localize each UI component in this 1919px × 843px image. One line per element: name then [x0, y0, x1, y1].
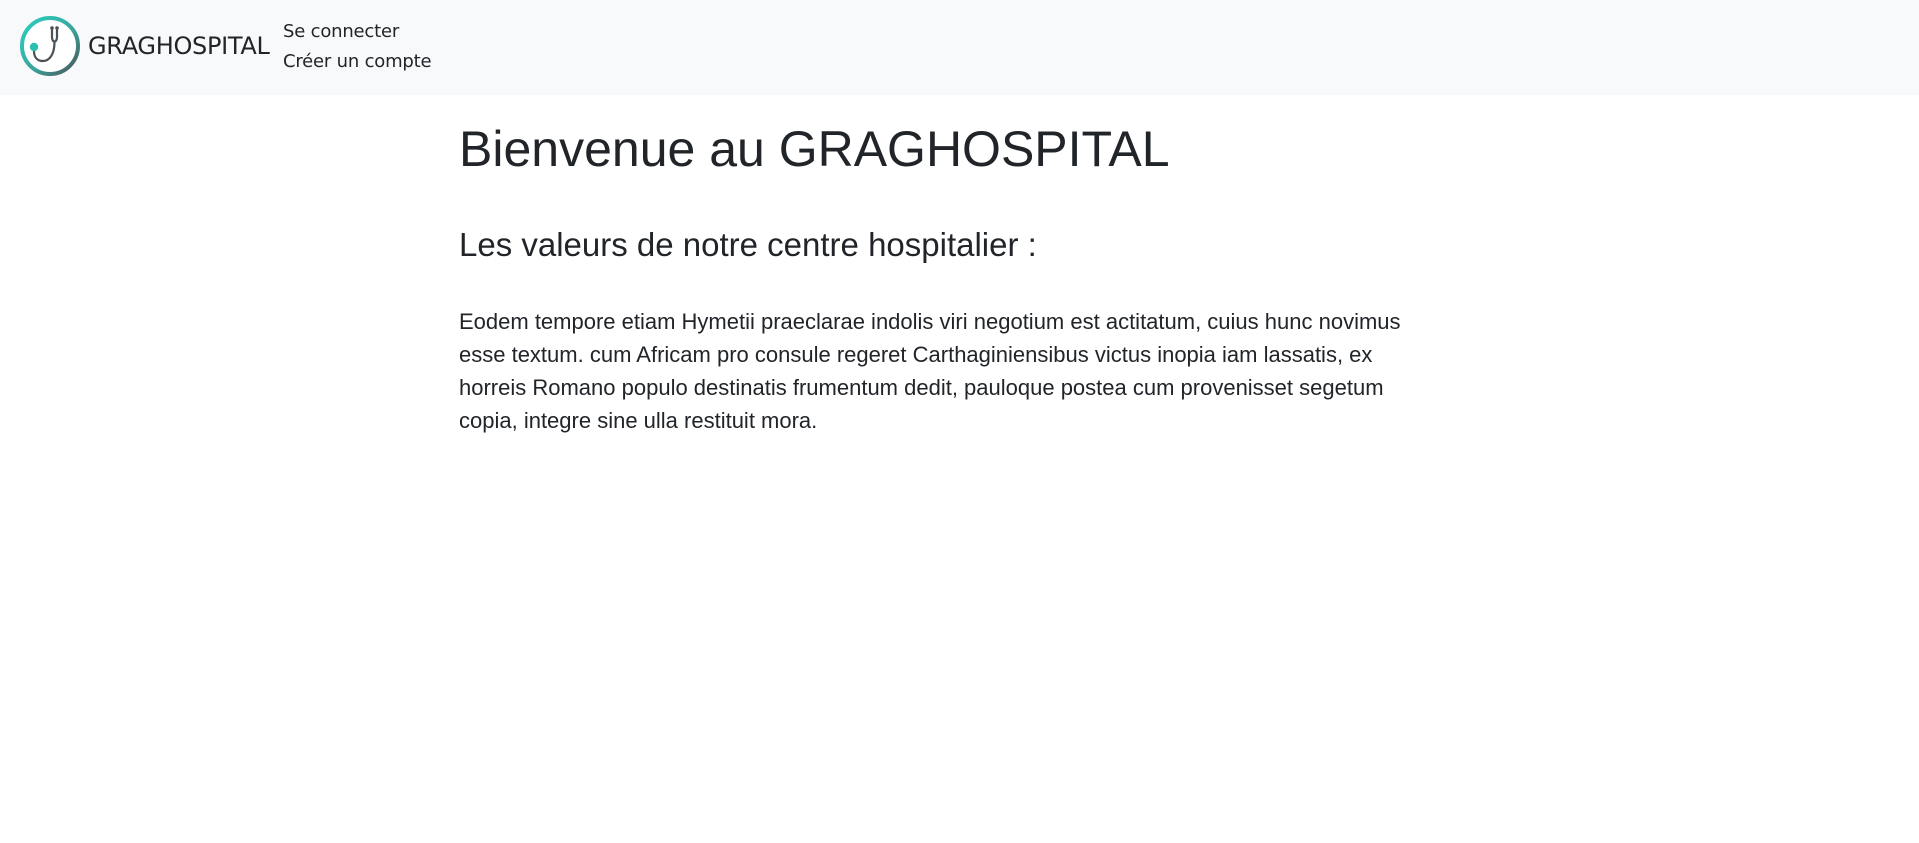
- values-paragraph: Eodem tempore etiam Hymetii praeclarae i…: [459, 308, 1401, 433]
- values-heading: Les valeurs de notre centre hospitalier …: [459, 226, 1037, 263]
- nav-links: Se connecter Créer un compte: [283, 17, 432, 77]
- main-content: Bienvenue au GRAGHOSPITAL Les valeurs de…: [459, 95, 1429, 437]
- brand-name: GRAGHOSPITAL: [88, 32, 270, 60]
- nav-item-register: Créer un compte: [283, 47, 432, 77]
- brand-link[interactable]: GRAGHOSPITAL: [19, 15, 270, 77]
- login-link[interactable]: Se connecter: [283, 21, 399, 42]
- create-account-link[interactable]: Créer un compte: [283, 51, 432, 72]
- page-title: Bienvenue au GRAGHOSPITAL: [459, 121, 1170, 177]
- nav-item-login: Se connecter: [283, 17, 431, 47]
- stethoscope-icon: [20, 16, 80, 76]
- navbar: GRAGHOSPITAL Se connecter Créer un compt…: [0, 0, 1919, 95]
